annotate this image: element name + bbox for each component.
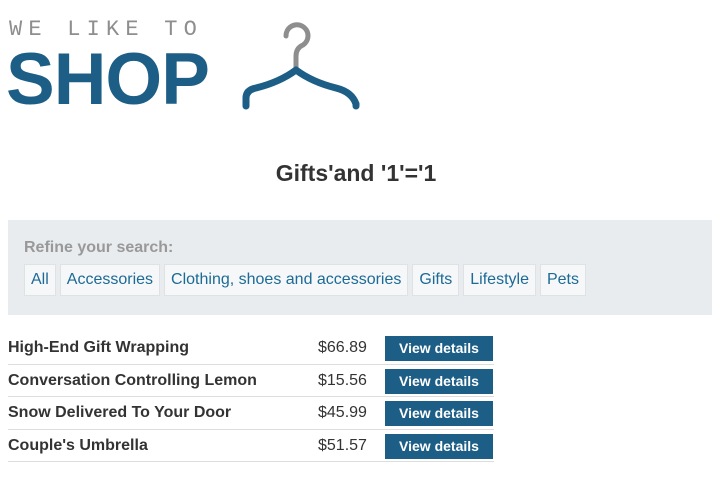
filter-link-clothing-shoes-accessories[interactable]: Clothing, shoes and accessories [164, 264, 409, 296]
hanger-icon [242, 22, 360, 110]
filter-link-accessories[interactable]: Accessories [59, 264, 161, 296]
product-price: $51.57 [318, 436, 367, 454]
filter-link-gifts[interactable]: Gifts [412, 264, 460, 296]
product-name: Snow Delivered To Your Door [8, 404, 232, 421]
product-name: Couple's Umbrella [8, 436, 148, 454]
filter-label: Refine your search: [24, 239, 174, 256]
filter-link-lifestyle[interactable]: Lifestyle [463, 264, 536, 296]
view-details-button[interactable]: View details [385, 336, 493, 361]
view-details-button[interactable]: View details [385, 401, 493, 426]
product-price: $66.89 [318, 339, 367, 356]
site-logo[interactable]: WE LIKE TO SHOP [6, 18, 368, 120]
product-price: $15.56 [318, 371, 367, 389]
product-name: High-End Gift Wrapping [8, 339, 190, 356]
product-name: Conversation Controlling Lemon [8, 371, 257, 389]
filter-link-all[interactable]: All [24, 264, 56, 296]
filter-panel: Refine your search: All Accessories Clot… [8, 220, 712, 315]
product-row: High-End Gift Wrapping $66.89 View detai… [8, 332, 494, 365]
product-row: Couple's Umbrella $51.57 View details [8, 430, 494, 462]
category-filters: All Accessories Clothing, shoes and acce… [24, 264, 586, 296]
view-details-button[interactable]: View details [385, 368, 493, 394]
product-list: High-End Gift Wrapping $66.89 View detai… [8, 332, 494, 462]
view-details-button[interactable]: View details [385, 433, 493, 459]
product-row: Snow Delivered To Your Door $45.99 View … [8, 397, 494, 430]
product-row: Conversation Controlling Lemon $15.56 Vi… [8, 365, 494, 397]
product-price: $45.99 [318, 404, 367, 421]
search-results-title: Gifts'and '1'='1 [275, 160, 437, 186]
logo-wordmark: SHOP [6, 39, 210, 120]
filter-link-pets[interactable]: Pets [539, 264, 586, 296]
